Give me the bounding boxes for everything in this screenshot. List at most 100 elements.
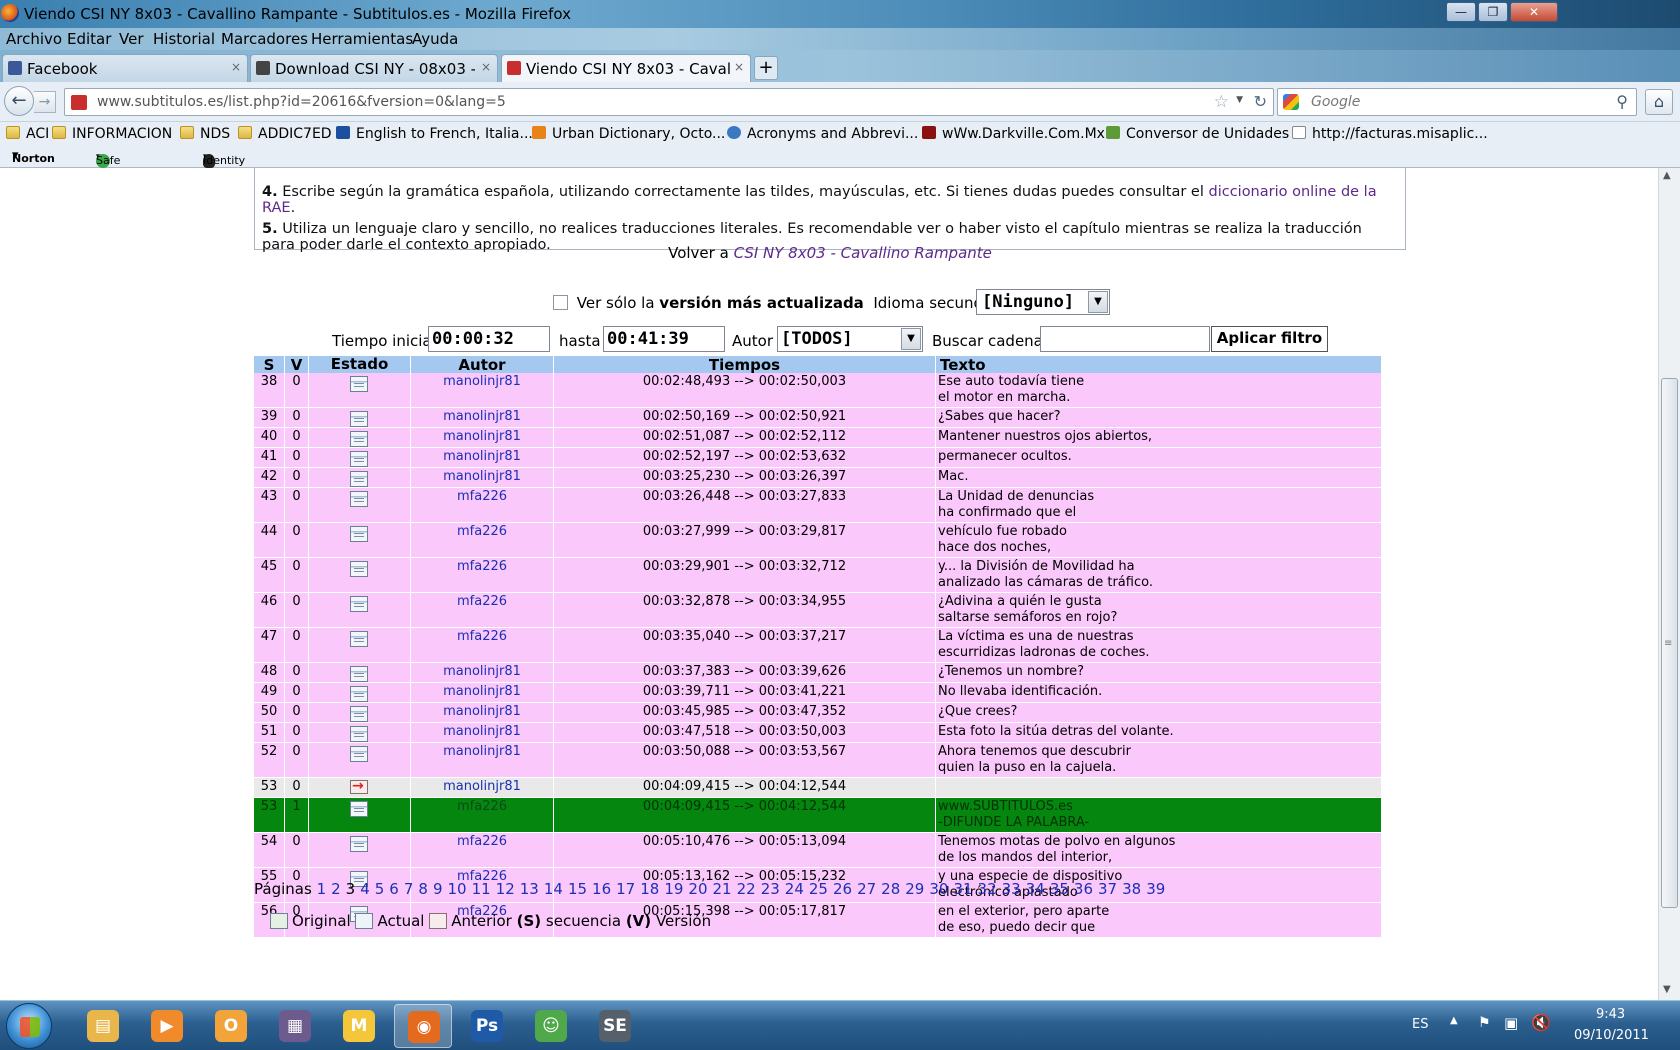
taskbar-live-messenger[interactable]: ☺ [522,1004,580,1048]
page-link[interactable]: 2 [331,880,341,898]
minimize-button[interactable]: — [1446,2,1476,22]
page-link[interactable]: 26 [833,880,852,898]
url-history-dropdown-icon[interactable]: ▼ [1236,95,1243,105]
cell-autor[interactable]: manolinjr81 [411,448,554,467]
page-link[interactable]: 31 [953,880,972,898]
taskbar-photoshop[interactable]: Ps [458,1004,516,1048]
author-select[interactable]: [TODOS] ▼ [777,326,923,352]
header-autor[interactable]: Autor [411,356,554,374]
header-s[interactable]: S [254,356,285,374]
page-current[interactable]: 3 [346,880,356,898]
bookmark-acronyms[interactable]: Acronyms and Abbrevi... [727,126,918,142]
page-link[interactable]: 10 [447,880,466,898]
page-link[interactable]: 14 [544,880,563,898]
menu-herramientas[interactable]: Herramientas [311,30,413,48]
site-identity-icon[interactable] [71,95,87,110]
page-link[interactable]: 36 [1074,880,1093,898]
page-link[interactable]: 15 [568,880,587,898]
edit-document-icon[interactable] [350,376,368,392]
page-link[interactable]: 29 [905,880,924,898]
close-window-button[interactable]: ✕ [1510,2,1558,22]
edit-document-icon[interactable] [350,526,368,542]
page-link[interactable]: 28 [881,880,900,898]
search-string-input[interactable] [1040,326,1210,352]
edit-document-icon[interactable] [350,451,368,467]
cell-texto[interactable]: Esta foto la sitúa detras del volante. [936,723,1381,742]
cell-autor[interactable]: manolinjr81 [411,408,554,427]
edit-document-icon[interactable] [350,666,368,682]
bookmark-aci[interactable]: ACI [6,126,49,142]
menu-archivo[interactable]: Archivo [6,30,62,48]
tab-close-icon[interactable]: × [481,60,491,74]
cell-texto[interactable]: La víctima es una de nuestras escurridiza… [936,628,1381,662]
cell-autor[interactable]: manolinjr81 [411,373,554,407]
edit-document-icon[interactable] [350,686,368,702]
page-link[interactable]: 18 [640,880,659,898]
header-v[interactable]: V [285,356,309,374]
page-link[interactable]: 25 [809,880,828,898]
latest-version-checkbox[interactable] [553,295,568,310]
edit-document-icon[interactable] [350,431,368,447]
chevron-down-icon[interactable]: ▼ [1088,291,1108,313]
bookmark-informacion[interactable]: INFORMACION [52,126,172,142]
header-estado[interactable]: Estado [309,356,411,373]
edit-document-icon[interactable] [350,836,368,852]
page-link[interactable]: 16 [592,880,611,898]
start-button[interactable] [6,1003,52,1049]
page-link[interactable]: 27 [857,880,876,898]
edit-document-icon[interactable] [350,726,368,742]
header-tiempos[interactable]: Tiempos [554,356,936,374]
bookmark-wordreference[interactable]: English to French, Italia... [336,126,533,142]
bookmark-facturas[interactable]: http://facturas.misaplic... [1292,126,1488,142]
cell-texto[interactable]: Ahora tenemos que descubrir quien la puso… [936,743,1381,777]
cell-autor[interactable]: manolinjr81 [411,468,554,487]
page-link[interactable]: 8 [418,880,428,898]
back-button[interactable]: ← [4,86,34,116]
chevron-down-icon[interactable]: ▼ [901,328,921,350]
page-link[interactable]: 1 [317,880,327,898]
page-link[interactable]: 34 [1026,880,1045,898]
cell-autor[interactable]: mfa226 [411,628,554,662]
cell-texto[interactable]: Tenemos motas de polvo en algunos de los … [936,833,1381,867]
page-link[interactable]: 17 [616,880,635,898]
address-bar[interactable]: www.subtitulos.es/list.php?id=20616&fver… [64,88,1274,116]
tab-viendo[interactable]: Viendo CSI NY 8x03 - Cavallin... × [501,54,751,83]
edit-document-icon[interactable] [350,706,368,722]
secondary-language-select[interactable]: [Ninguno] ▼ [976,289,1110,315]
google-icon[interactable] [1283,94,1299,110]
taskbar-media-player[interactable]: ▶ [138,1004,196,1048]
edit-document-icon[interactable] [350,561,368,577]
scroll-down-arrow-icon[interactable]: ▼ [1663,984,1671,995]
page-link[interactable]: 35 [1050,880,1069,898]
cell-autor[interactable]: manolinjr81 [411,778,554,797]
bookmark-darkville[interactable]: wWw.Darkville.Com.Mx [922,126,1105,142]
home-button[interactable]: ⌂ [1645,89,1673,115]
norton-menu[interactable]: Norton ▾ [12,148,55,165]
forward-button[interactable]: → [34,91,56,113]
page-link[interactable]: 30 [929,880,948,898]
page-link[interactable]: 4 [360,880,370,898]
cell-texto[interactable]: permanecer ocultos. [936,448,1381,467]
taskbar-firefox[interactable]: ◉ [394,1004,452,1048]
tray-expand-icon[interactable]: ▲ [1450,1015,1458,1026]
safe-web-menu[interactable]: Safe Web ▾ [96,150,120,180]
cell-autor[interactable]: manolinjr81 [411,663,554,682]
bookmark-urban-dictionary[interactable]: Urban Dictionary, Octo... [532,126,725,142]
cell-autor[interactable]: manolinjr81 [411,428,554,447]
page-link[interactable]: 9 [433,880,443,898]
edit-document-icon[interactable] [350,411,368,427]
cell-autor[interactable]: manolinjr81 [411,743,554,777]
menu-marcadores[interactable]: Marcadores [221,30,308,48]
cell-autor[interactable]: mfa226 [411,558,554,592]
header-texto[interactable]: Texto [936,356,1381,374]
vertical-scrollbar[interactable]: ▲ ≡ ▼ [1658,168,1680,1000]
cell-autor[interactable]: mfa226 [411,488,554,522]
page-link[interactable]: 22 [737,880,756,898]
edit-document-icon[interactable] [350,491,368,507]
menu-ayuda[interactable]: Ayuda [412,30,458,48]
end-time-input[interactable]: 00:41:39 [603,326,725,352]
page-link[interactable]: 5 [375,880,385,898]
page-link[interactable]: 37 [1098,880,1117,898]
bookmark-addic7ed[interactable]: ADDIC7ED [238,126,332,142]
cell-texto[interactable]: vehículo fue robado hace dos noches, [936,523,1381,557]
